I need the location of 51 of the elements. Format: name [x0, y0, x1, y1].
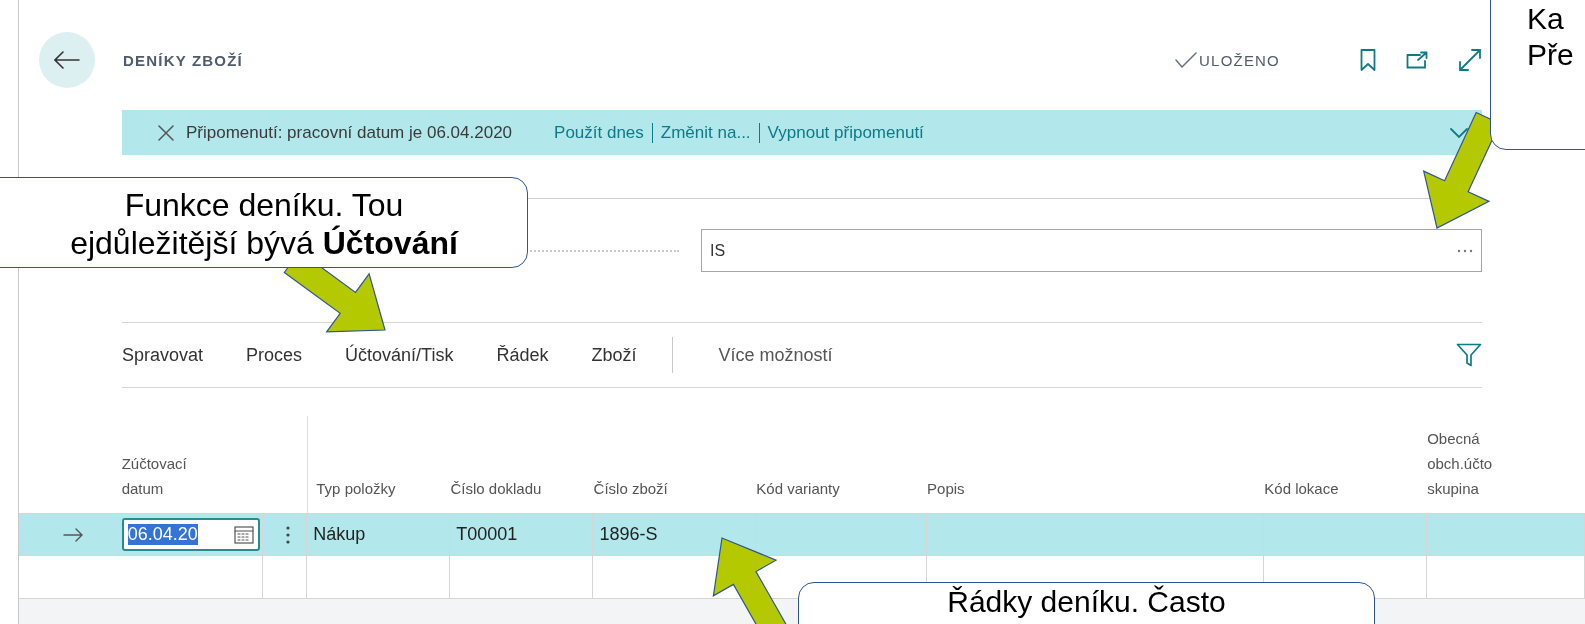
expand-button[interactable] [1458, 48, 1482, 72]
action-menu-item[interactable]: Proces [246, 344, 303, 366]
expand-icon [1458, 48, 1482, 72]
bookmark-button[interactable] [1360, 49, 1376, 71]
table-cell: Nákup [313, 524, 366, 545]
action-menu-item[interactable]: Spravovat [122, 344, 204, 366]
column-header: Číslo dokladu [450, 479, 542, 499]
action-menu-item[interactable]: Řádek [496, 344, 549, 366]
chevron-down-icon [1450, 127, 1468, 138]
row-menu-button[interactable] [285, 525, 290, 544]
page-title: DENÍKY ZBOŽÍ [123, 51, 243, 69]
check-icon [1175, 52, 1198, 68]
date-field[interactable]: 06.04.20 [121, 518, 260, 551]
more-vertical-icon [285, 525, 290, 544]
more-options-button[interactable]: Více možností [718, 344, 833, 366]
reminder-link[interactable]: Vypnout připomenutí [759, 122, 932, 143]
action-menu-item[interactable]: Účtování/Tisk [345, 344, 454, 366]
batch-name-field[interactable]: IS [701, 229, 1482, 272]
column-header: Typ položky [316, 479, 396, 499]
column-header: Obecná obch.účto skupina [1427, 429, 1494, 499]
column-header: Číslo zboží [593, 479, 668, 499]
column-header: Kód varianty [756, 479, 840, 499]
table-cell: T00001 [456, 524, 518, 545]
filter-icon [1456, 343, 1482, 367]
row-arrow-icon [63, 527, 84, 542]
bookmark-icon [1360, 49, 1376, 71]
back-button[interactable] [39, 32, 95, 88]
calendar-icon [233, 525, 254, 544]
table-cell: 1896-S [599, 524, 658, 545]
expand-reminder-button[interactable] [1450, 127, 1468, 138]
column-header: Zúčtovací datum [121, 454, 188, 499]
callout-text: Ka Pře [1527, 1, 1575, 73]
reminder-link[interactable]: Změnit na... [652, 122, 759, 143]
field-value: IS [710, 241, 727, 260]
column-header: Popis [927, 479, 965, 499]
close-button[interactable] [158, 124, 174, 141]
lookup-button[interactable] [1457, 248, 1473, 253]
callout-text: Řádky deníku. Často [946, 584, 1227, 620]
action-menu-item[interactable]: Zboží [591, 344, 637, 366]
saved-status: ULOŽENO [1199, 51, 1280, 69]
filter-button[interactable] [1456, 343, 1482, 367]
close-icon [158, 124, 174, 141]
share-icon [1406, 51, 1428, 69]
column-header: Kód lokace [1264, 479, 1339, 499]
more-icon [1457, 248, 1473, 253]
reminder-link[interactable]: Použít dnes [554, 122, 652, 143]
journal-row[interactable]: 06.04.20 Nákup T00001 1896-S [19, 513, 1585, 555]
back-arrow-icon [54, 51, 80, 69]
callout-text: Funkce deníku. Tou ejdůležitější bývá Účtování [69, 186, 460, 262]
reminder-message: Připomenutí: pracovní datum je 06.04.2020 [186, 122, 513, 143]
share-button[interactable] [1406, 51, 1428, 69]
